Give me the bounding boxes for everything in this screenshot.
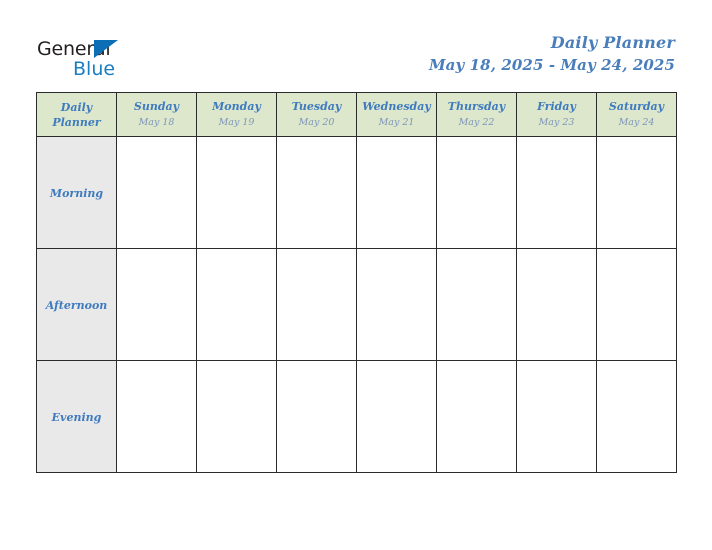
table-row-evening: Evening <box>36 360 677 473</box>
day-date-label: May 22 <box>458 116 495 128</box>
day-name-label: Thursday <box>447 99 506 113</box>
page-header: General Blue Daily Planner May 18, 2025 … <box>0 0 712 92</box>
day-date-label: May 20 <box>298 116 335 128</box>
column-header-sunday: Sunday May 18 <box>116 92 197 137</box>
planner-cell-afternoon-tuesday[interactable] <box>276 248 357 361</box>
corner-label-line2: Planner <box>52 115 101 129</box>
planner-cell-evening-thursday[interactable] <box>436 360 517 473</box>
day-date-label: May 24 <box>618 116 655 128</box>
table-header-row: Daily Planner Sunday May 18 Monday May 1… <box>36 92 677 137</box>
table-corner-header: Daily Planner <box>36 92 117 137</box>
column-header-monday: Monday May 19 <box>196 92 277 137</box>
day-name-label: Monday <box>212 99 261 113</box>
row-label: Evening <box>51 410 102 424</box>
planner-cell-morning-monday[interactable] <box>196 136 277 249</box>
planner-cell-morning-thursday[interactable] <box>436 136 517 249</box>
row-label: Morning <box>49 186 104 200</box>
planner-cell-evening-sunday[interactable] <box>116 360 197 473</box>
row-label: Afternoon <box>45 298 108 312</box>
day-name-label: Tuesday <box>291 99 342 113</box>
planner-cell-evening-saturday[interactable] <box>596 360 677 473</box>
day-date-label: May 23 <box>538 116 575 128</box>
planner-cell-morning-saturday[interactable] <box>596 136 677 249</box>
day-date-label: May 21 <box>378 116 415 128</box>
table-row-afternoon: Afternoon <box>36 248 677 361</box>
row-header-afternoon: Afternoon <box>36 248 117 361</box>
planner-cell-afternoon-wednesday[interactable] <box>356 248 437 361</box>
day-name-label: Wednesday <box>362 99 431 113</box>
column-header-saturday: Saturday May 24 <box>596 92 677 137</box>
title-block: Daily Planner May 18, 2025 - May 24, 202… <box>429 32 675 76</box>
page-title: Daily Planner <box>550 33 675 52</box>
planner-cell-morning-tuesday[interactable] <box>276 136 357 249</box>
logo-triangle-icon <box>94 40 118 58</box>
day-name-label: Saturday <box>608 99 665 113</box>
planner-cell-morning-friday[interactable] <box>516 136 597 249</box>
column-header-thursday: Thursday May 22 <box>436 92 517 137</box>
planner-cell-evening-tuesday[interactable] <box>276 360 357 473</box>
column-header-friday: Friday May 23 <box>516 92 597 137</box>
day-name-label: Sunday <box>133 99 180 113</box>
planner-cell-afternoon-monday[interactable] <box>196 248 277 361</box>
planner-cell-morning-wednesday[interactable] <box>356 136 437 249</box>
corner-label-line1: Daily <box>60 100 93 114</box>
planner-cell-evening-wednesday[interactable] <box>356 360 437 473</box>
general-blue-logo: General Blue <box>37 38 133 80</box>
table-row-morning: Morning <box>36 136 677 249</box>
day-date-label: May 19 <box>218 116 255 128</box>
planner-cell-afternoon-saturday[interactable] <box>596 248 677 361</box>
logo-text-blue: Blue <box>73 58 116 80</box>
day-date-label: May 18 <box>138 116 175 128</box>
row-header-evening: Evening <box>36 360 117 473</box>
planner-cell-afternoon-thursday[interactable] <box>436 248 517 361</box>
planner-cell-afternoon-sunday[interactable] <box>116 248 197 361</box>
planner-cell-evening-friday[interactable] <box>516 360 597 473</box>
planner-cell-evening-monday[interactable] <box>196 360 277 473</box>
date-range-label: May 18, 2025 - May 24, 2025 <box>428 56 675 74</box>
row-header-morning: Morning <box>36 136 117 249</box>
column-header-tuesday: Tuesday May 20 <box>276 92 357 137</box>
column-header-wednesday: Wednesday May 21 <box>356 92 437 137</box>
planner-cell-afternoon-friday[interactable] <box>516 248 597 361</box>
planner-cell-morning-sunday[interactable] <box>116 136 197 249</box>
daily-planner-table: Daily Planner Sunday May 18 Monday May 1… <box>36 92 677 473</box>
day-name-label: Friday <box>537 99 576 113</box>
